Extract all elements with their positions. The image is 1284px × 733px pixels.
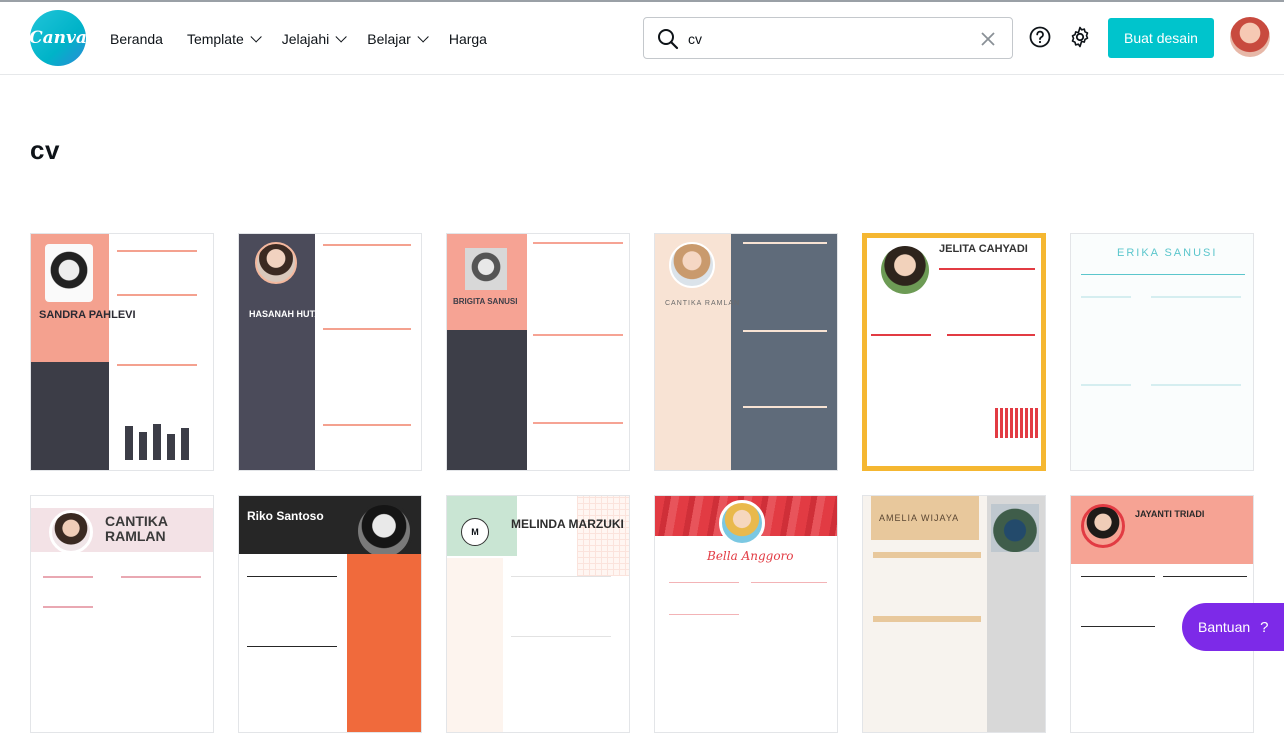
nav-item-belajar[interactable]: Belajar — [367, 30, 429, 47]
canva-logo[interactable]: Canva — [29, 10, 87, 66]
template-name: JELITA CAHYADI — [939, 243, 1028, 255]
search-input[interactable] — [688, 27, 968, 51]
template-name: BRIGITA SANUSI — [453, 297, 518, 306]
template-card[interactable]: Riko Santoso — [238, 495, 422, 733]
chevron-down-icon — [250, 30, 262, 43]
template-card[interactable]: CANTIKA RAMLAN — [654, 233, 838, 471]
template-name: Bella Anggoro — [707, 549, 794, 563]
help-button-label: Bantuan — [1198, 619, 1251, 635]
template-name: ERIKA SANUSI — [1117, 247, 1218, 259]
top-navigation-bar: Canva Beranda Template Jelajahi Belajar … — [0, 2, 1284, 75]
template-card[interactable]: BRIGITA SANUSI — [446, 233, 630, 471]
template-card[interactable]: AMELIA WIJAYA — [862, 495, 1046, 733]
monogram-logo: M — [461, 518, 489, 546]
chevron-down-icon — [335, 30, 348, 43]
nav-item-jelajahi[interactable]: Jelajahi — [282, 31, 348, 47]
template-card[interactable]: Bella Anggoro — [654, 495, 838, 733]
close-icon[interactable] — [978, 29, 998, 49]
search-icon[interactable] — [656, 27, 680, 51]
page-title: cv — [30, 135, 60, 165]
template-card[interactable]: SANDRA PAHLEVI — [30, 233, 214, 471]
help-button[interactable]: Bantuan ? — [1182, 603, 1284, 651]
template-card[interactable]: ERIKA SANUSI — [1070, 233, 1254, 471]
nav-item-beranda[interactable]: Beranda — [110, 31, 163, 47]
template-card[interactable]: HASANAH HUTABARAT — [238, 233, 422, 471]
template-card[interactable]: CANTIKA RAMLAN — [30, 495, 214, 733]
nav-item-harga[interactable]: Harga — [449, 31, 487, 47]
search-bar — [643, 17, 1013, 59]
nav-item-template[interactable]: Template — [187, 30, 262, 47]
template-name: MELINDA MARZUKI — [511, 517, 624, 531]
template-card[interactable]: JELITA CAHYADI — [862, 233, 1046, 471]
question-icon: ? — [1260, 618, 1269, 636]
template-name: HASANAH HUTABARAT — [249, 309, 352, 319]
template-name: JAYANTI TRIADI — [1135, 509, 1205, 519]
template-name: SANDRA PAHLEVI — [39, 309, 136, 321]
create-design-button[interactable]: Buat desain — [1108, 18, 1214, 58]
main-nav: Beranda Template Jelajahi Belajar Harga — [110, 2, 511, 75]
template-name: CANTIKA RAMLAN — [105, 513, 168, 544]
chevron-down-icon — [417, 30, 429, 43]
question-circle-icon[interactable] — [1029, 26, 1051, 48]
template-name: AMELIA WIJAYA — [879, 513, 960, 523]
template-card[interactable]: M MELINDA MARZUKI — [446, 495, 630, 733]
avatar[interactable] — [1230, 17, 1270, 57]
template-name: Riko Santoso — [247, 509, 324, 523]
template-name: CANTIKA RAMLAN — [665, 300, 741, 307]
gear-icon[interactable] — [1068, 25, 1092, 49]
